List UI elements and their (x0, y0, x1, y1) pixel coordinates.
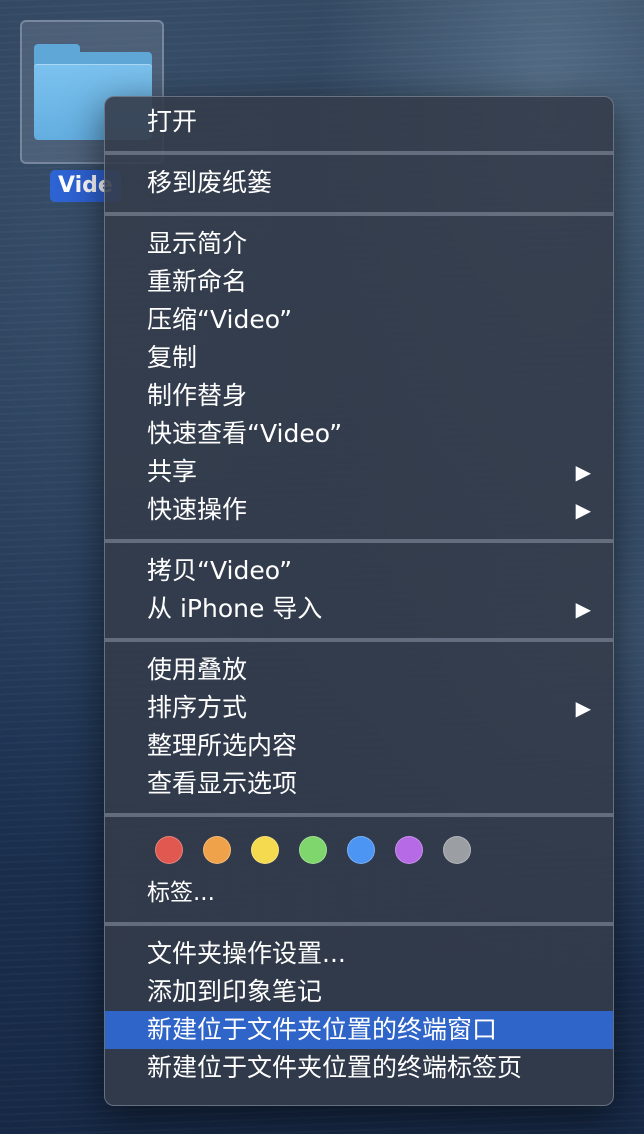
menu-item-move-to-trash[interactable]: 移到废纸篓 (105, 164, 613, 202)
context-menu: 打开 移到废纸篓 显示简介 重新命名 压缩“Video” 复制 制作替身 快速查… (104, 96, 614, 1106)
tag-orange-dot[interactable] (203, 836, 231, 864)
menu-item-clean-up-selection[interactable]: 整理所选内容 (105, 727, 613, 765)
menu-item-rename[interactable]: 重新命名 (105, 263, 613, 301)
tag-red-dot[interactable] (155, 836, 183, 864)
menu-item-tags[interactable]: 标签... (105, 874, 613, 912)
menu-item-folder-actions-setup[interactable]: 文件夹操作设置... (105, 935, 613, 973)
menu-item-copy[interactable]: 拷贝“Video” (105, 552, 613, 590)
tag-color-row (105, 826, 613, 874)
menu-item-open[interactable]: 打开 (105, 103, 613, 141)
menu-item-new-terminal-at-folder[interactable]: 新建位于文件夹位置的终端窗口 (105, 1011, 613, 1049)
tag-purple-dot[interactable] (395, 836, 423, 864)
submenu-arrow-icon: ▶ (575, 460, 591, 484)
tag-blue-dot[interactable] (347, 836, 375, 864)
submenu-arrow-icon: ▶ (575, 597, 591, 621)
menu-item-compress[interactable]: 压缩“Video” (105, 301, 613, 339)
menu-item-import-from-iphone[interactable]: 从 iPhone 导入 ▶ (105, 590, 613, 628)
submenu-arrow-icon: ▶ (575, 498, 591, 522)
menu-separator (105, 212, 613, 216)
menu-item-duplicate[interactable]: 复制 (105, 339, 613, 377)
menu-item-share-label: 共享 (147, 457, 198, 486)
menu-separator (105, 151, 613, 155)
menu-item-use-stacks[interactable]: 使用叠放 (105, 651, 613, 689)
menu-item-share[interactable]: 共享 ▶ (105, 453, 613, 491)
tag-green-dot[interactable] (299, 836, 327, 864)
tag-yellow-dot[interactable] (251, 836, 279, 864)
menu-item-import-from-iphone-label: 从 iPhone 导入 (147, 594, 323, 623)
menu-item-show-view-options[interactable]: 查看显示选项 (105, 765, 613, 803)
submenu-arrow-icon: ▶ (575, 696, 591, 720)
menu-item-sort-by[interactable]: 排序方式 ▶ (105, 689, 613, 727)
tag-gray-dot[interactable] (443, 836, 471, 864)
menu-item-get-info[interactable]: 显示简介 (105, 225, 613, 263)
menu-separator (105, 922, 613, 926)
menu-item-sort-by-label: 排序方式 (147, 693, 248, 722)
menu-item-quick-actions[interactable]: 快速操作 ▶ (105, 491, 613, 529)
menu-separator (105, 813, 613, 817)
menu-item-new-terminal-tab-at-folder[interactable]: 新建位于文件夹位置的终端标签页 (105, 1049, 613, 1087)
menu-item-quick-actions-label: 快速操作 (147, 495, 248, 524)
menu-separator (105, 539, 613, 543)
menu-item-quick-look[interactable]: 快速查看“Video” (105, 415, 613, 453)
menu-item-make-alias[interactable]: 制作替身 (105, 377, 613, 415)
menu-separator (105, 638, 613, 642)
menu-item-add-to-evernote[interactable]: 添加到印象笔记 (105, 973, 613, 1011)
